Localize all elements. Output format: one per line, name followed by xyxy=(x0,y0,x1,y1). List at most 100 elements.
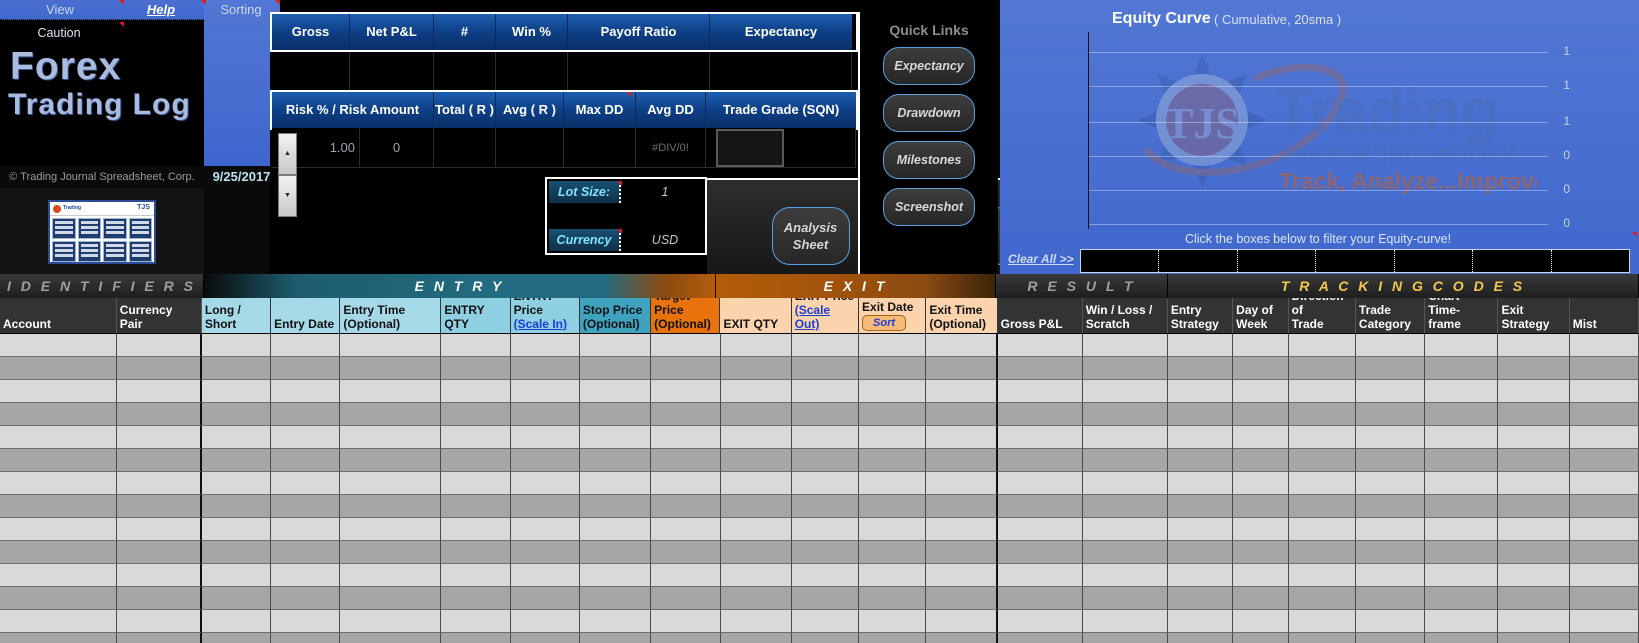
cell-entry-date[interactable] xyxy=(271,357,341,380)
quick-link-milestones[interactable]: Milestones xyxy=(883,141,975,179)
cell-account[interactable] xyxy=(0,357,117,380)
col-exit-qty[interactable]: EXIT QTY xyxy=(720,298,792,334)
cell-direction-of-trade[interactable] xyxy=(1288,403,1356,426)
cell-long-short[interactable] xyxy=(201,564,272,587)
cell-day-of-week[interactable] xyxy=(1233,403,1289,426)
col-stop-price[interactable]: Stop Price (Optional) xyxy=(579,298,652,334)
cell-exit-price[interactable] xyxy=(791,564,860,587)
col-mistake[interactable]: Mist xyxy=(1569,298,1639,334)
cell-win-loss-scratch[interactable] xyxy=(1082,564,1168,587)
cell-entry-strategy[interactable] xyxy=(1167,357,1234,380)
menu-view[interactable]: View xyxy=(28,0,92,20)
cell-trade-category[interactable] xyxy=(1355,403,1426,426)
cell-trade-category[interactable] xyxy=(1355,564,1426,587)
cell-exit-date[interactable] xyxy=(859,449,927,472)
cell-mistake[interactable] xyxy=(1569,403,1639,426)
cell-chart-timeframe[interactable] xyxy=(1425,587,1499,610)
cell-exit-qty[interactable] xyxy=(720,587,792,610)
cell-entry-time[interactable] xyxy=(340,426,442,449)
cell-trade-category[interactable] xyxy=(1355,426,1426,449)
col-win-loss-scratch[interactable]: Win / Loss / Scratch xyxy=(1082,298,1168,334)
cell-win-loss-scratch[interactable] xyxy=(1082,541,1168,564)
cell-target-price[interactable] xyxy=(651,564,721,587)
cell-currency-pair[interactable] xyxy=(116,334,202,357)
cell-entry-strategy[interactable] xyxy=(1167,426,1234,449)
cell-exit-strategy[interactable] xyxy=(1498,403,1570,426)
lot-size-value[interactable]: 1 xyxy=(623,181,707,203)
cell-entry-qty[interactable] xyxy=(441,472,511,495)
cell-exit-strategy[interactable] xyxy=(1498,587,1570,610)
cell-account[interactable] xyxy=(0,449,117,472)
cell-entry-price[interactable] xyxy=(510,518,580,541)
cell-day-of-week[interactable] xyxy=(1233,357,1289,380)
cell-gross-pl[interactable] xyxy=(997,403,1083,426)
cell-trade-category[interactable] xyxy=(1355,472,1426,495)
cell-exit-price[interactable] xyxy=(791,334,860,357)
cell-direction-of-trade[interactable] xyxy=(1288,357,1356,380)
cell-currency-pair[interactable] xyxy=(116,564,202,587)
cell-exit-strategy[interactable] xyxy=(1498,426,1570,449)
cell-entry-qty[interactable] xyxy=(441,610,511,633)
cell-day-of-week[interactable] xyxy=(1233,334,1289,357)
cell-stop-price[interactable] xyxy=(579,564,652,587)
cell-exit-qty[interactable] xyxy=(720,426,792,449)
cell-chart-timeframe[interactable] xyxy=(1425,541,1499,564)
cell-gross-pl[interactable] xyxy=(997,495,1083,518)
col-account[interactable]: Account xyxy=(0,298,117,334)
cell-stop-price[interactable] xyxy=(579,541,652,564)
cell-account[interactable] xyxy=(0,587,117,610)
stepper-down-icon[interactable]: ▼ xyxy=(278,175,297,217)
cell-direction-of-trade[interactable] xyxy=(1288,564,1356,587)
cell-exit-price[interactable] xyxy=(791,403,860,426)
metric-value-avg-r[interactable] xyxy=(496,128,564,168)
cell-entry-date[interactable] xyxy=(271,495,341,518)
cell-direction-of-trade[interactable] xyxy=(1288,633,1356,643)
cell-account[interactable] xyxy=(0,334,117,357)
cell-entry-price[interactable] xyxy=(510,633,580,643)
cell-account[interactable] xyxy=(0,472,117,495)
cell-direction-of-trade[interactable] xyxy=(1288,449,1356,472)
cell-target-price[interactable] xyxy=(651,610,721,633)
cell-account[interactable] xyxy=(0,403,117,426)
cell-entry-price[interactable] xyxy=(510,587,580,610)
cell-trade-category[interactable] xyxy=(1355,334,1426,357)
equity-curve-plot[interactable]: TJS Trading Journal Spreadsheet Track, A… xyxy=(1088,32,1570,230)
cell-direction-of-trade[interactable] xyxy=(1288,541,1356,564)
cell-currency-pair[interactable] xyxy=(116,403,202,426)
cell-exit-time[interactable] xyxy=(926,357,998,380)
cell-direction-of-trade[interactable] xyxy=(1288,426,1356,449)
col-trade-category[interactable]: Trade Category xyxy=(1355,298,1426,334)
cell-mistake[interactable] xyxy=(1569,541,1639,564)
cell-day-of-week[interactable] xyxy=(1233,449,1289,472)
filter-box[interactable] xyxy=(1552,250,1629,272)
cell-target-price[interactable] xyxy=(651,472,721,495)
cell-entry-time[interactable] xyxy=(340,564,442,587)
cell-win-loss-scratch[interactable] xyxy=(1082,449,1168,472)
cell-direction-of-trade[interactable] xyxy=(1288,495,1356,518)
cell-win-loss-scratch[interactable] xyxy=(1082,472,1168,495)
cell-entry-price[interactable] xyxy=(510,610,580,633)
cell-exit-price[interactable] xyxy=(791,357,860,380)
quick-link-drawdown[interactable]: Drawdown xyxy=(883,94,975,132)
cell-exit-strategy[interactable] xyxy=(1498,518,1570,541)
cell-day-of-week[interactable] xyxy=(1233,518,1289,541)
clear-all-link[interactable]: Clear All >> xyxy=(1008,252,1074,266)
currency-value[interactable]: USD xyxy=(623,229,707,251)
filter-box[interactable] xyxy=(1081,250,1160,272)
cell-chart-timeframe[interactable] xyxy=(1425,518,1499,541)
cell-exit-date[interactable] xyxy=(859,633,927,643)
cell-exit-price[interactable] xyxy=(791,426,860,449)
cell-chart-timeframe[interactable] xyxy=(1425,357,1499,380)
cell-exit-qty[interactable] xyxy=(720,495,792,518)
cell-exit-time[interactable] xyxy=(926,610,998,633)
cell-exit-qty[interactable] xyxy=(720,541,792,564)
cell-chart-timeframe[interactable] xyxy=(1425,495,1499,518)
cell-entry-price[interactable] xyxy=(510,564,580,587)
cell-win-loss-scratch[interactable] xyxy=(1082,403,1168,426)
cell-target-price[interactable] xyxy=(651,334,721,357)
cell-account[interactable] xyxy=(0,564,117,587)
cell-entry-time[interactable] xyxy=(340,403,442,426)
col-exit-time[interactable]: Exit Time (Optional) xyxy=(926,298,998,334)
cell-entry-time[interactable] xyxy=(340,380,442,403)
cell-gross-pl[interactable] xyxy=(997,472,1083,495)
